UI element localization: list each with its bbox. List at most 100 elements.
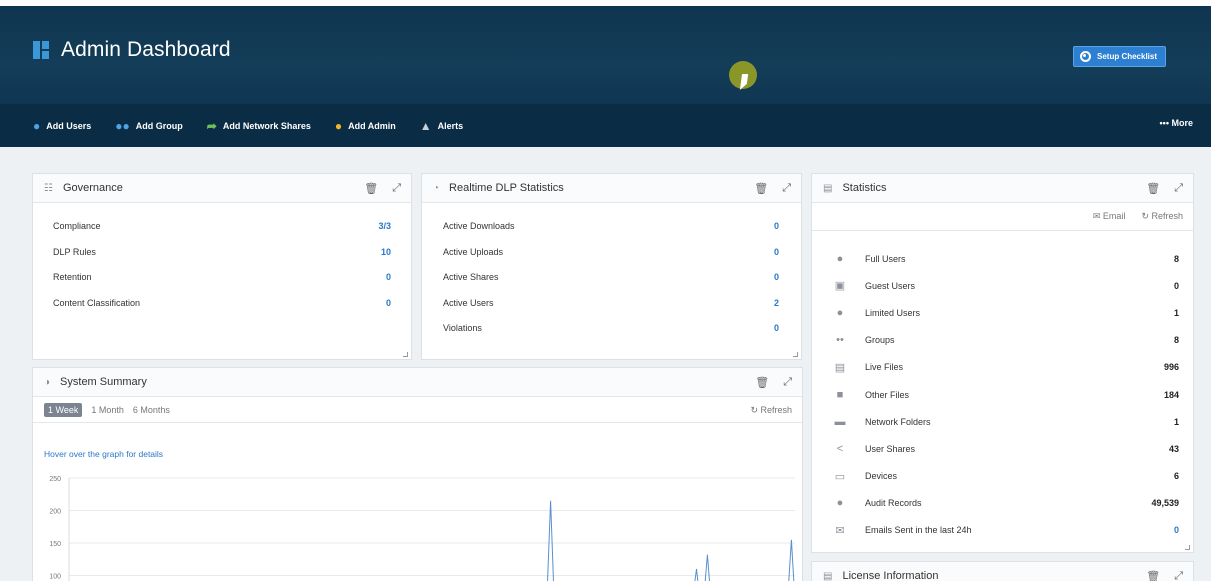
trash-icon[interactable]: 🗑︎ xyxy=(755,376,769,389)
add-group-label: Add Group xyxy=(135,120,183,131)
dlp-row: Active Users 2 xyxy=(443,298,779,324)
header: Admin Dashboard Setup Checklist xyxy=(0,6,1211,104)
row-label: Content Classification xyxy=(53,297,141,308)
expand-icon[interactable]: ⤢ xyxy=(783,376,792,389)
add-group-button[interactable]: ●● Add Group xyxy=(115,119,183,133)
dlp-row: Active Shares 0 xyxy=(443,272,779,298)
statistics-label: User Shares xyxy=(865,443,916,454)
system-summary-chart[interactable]: 250 200 150 100 xyxy=(33,468,804,581)
expand-icon[interactable]: ⤢ xyxy=(1174,570,1183,581)
row-label: Retention xyxy=(53,272,92,282)
add-admin-button[interactable]: ● Add Admin xyxy=(335,119,396,133)
setup-checklist-button[interactable]: Setup Checklist xyxy=(1073,46,1167,67)
statistics-value: 8 xyxy=(1173,335,1179,346)
trash-icon[interactable]: 🗑︎ xyxy=(1146,570,1160,581)
add-admin-label: Add Admin xyxy=(348,120,396,131)
statistics-label: Limited Users xyxy=(865,307,921,318)
refresh-button[interactable]: ↻ Refresh xyxy=(1141,211,1183,222)
row-label: Active Shares xyxy=(443,272,499,282)
refresh-label: Refresh xyxy=(760,405,792,415)
governance-header: ☷ Governance 🗑︎ ⤢ xyxy=(33,174,411,203)
row-value[interactable]: 0 xyxy=(386,272,391,298)
statistics-label: Full Users xyxy=(865,253,906,264)
row-value[interactable]: 0 xyxy=(774,272,779,298)
expand-icon[interactable]: ⤢ xyxy=(392,182,401,195)
alerts-button[interactable]: ▲ Alerts xyxy=(420,119,463,133)
page-title: Admin Dashboard xyxy=(61,38,231,61)
folder-icon: ▬ xyxy=(834,415,846,428)
dots-icon: ••• xyxy=(1159,118,1172,128)
expand-icon[interactable]: ⤢ xyxy=(782,182,791,195)
license-icon: ▤ xyxy=(823,570,833,581)
row-value[interactable]: 0 xyxy=(774,247,779,273)
resize-handle[interactable] xyxy=(1185,545,1190,550)
tab-1-week[interactable]: 1 Week xyxy=(44,402,83,417)
dlp-title: Realtime DLP Statistics xyxy=(449,182,564,194)
row-value[interactable]: 0 xyxy=(386,298,391,324)
row-label: Active Users xyxy=(443,297,494,308)
trash-icon[interactable]: 🗑︎ xyxy=(364,182,378,195)
refresh-icon: ↻ xyxy=(750,405,761,415)
file-icon: ■ xyxy=(836,388,844,401)
statistics-label: Devices xyxy=(865,471,898,482)
license-title: License Information xyxy=(842,570,939,581)
resize-handle[interactable] xyxy=(793,352,798,357)
y-tick-label: 200 xyxy=(49,509,61,516)
gauge-icon: ◑ xyxy=(44,376,51,388)
email-label: Email xyxy=(1102,211,1126,221)
add-users-button[interactable]: ● Add Users xyxy=(33,119,91,133)
more-label: More xyxy=(1171,118,1193,128)
system-summary-panel: ◑ System Summary 🗑︎ ⤢ 1 Week 1 Month 6 Mo… xyxy=(32,367,803,581)
statistics-value: 996 xyxy=(1163,362,1179,373)
series-line[interactable] xyxy=(69,500,795,581)
row-value[interactable]: 2 xyxy=(774,298,779,324)
refresh-button[interactable]: ↻ Refresh xyxy=(750,405,792,416)
share-icon: < xyxy=(836,442,844,455)
setup-checklist-label: Setup Checklist xyxy=(1097,52,1158,61)
governance-title: Governance xyxy=(62,182,123,194)
user-icon: ● xyxy=(836,252,844,265)
statistics-value: 6 xyxy=(1173,471,1179,482)
statistics-row: ▣ Guest Users 0 xyxy=(833,272,1179,299)
admin-icon: ● xyxy=(334,118,343,133)
statistics-value: 184 xyxy=(1163,389,1179,400)
row-value[interactable]: 10 xyxy=(381,247,391,273)
row-label: Active Uploads xyxy=(443,246,504,257)
statistics-value: 49,539 xyxy=(1151,498,1179,509)
governance-row: Retention 0 xyxy=(53,272,391,298)
resize-handle[interactable] xyxy=(403,352,408,357)
statistics-label: Live Files xyxy=(865,362,904,373)
statistics-value[interactable]: 0 xyxy=(1174,525,1179,535)
governance-row: DLP Rules 10 xyxy=(53,247,391,273)
statistics-row: ▬ Network Folders 1 xyxy=(833,408,1180,435)
statistics-actions: ✉ Email ↻ Refresh xyxy=(812,203,1193,231)
dlp-header: ◔ Realtime DLP Statistics 🗑︎ ⤢ xyxy=(422,174,801,203)
governance-row: Content Classification 0 xyxy=(53,298,391,324)
row-value[interactable]: 3/3 xyxy=(378,221,391,247)
statistics-label: Other Files xyxy=(865,389,910,400)
system-summary-title: System Summary xyxy=(60,376,147,388)
range-tabs: 1 Week 1 Month 6 Months ↻ Refresh xyxy=(33,397,802,423)
row-label: Violations xyxy=(443,323,482,333)
email-button[interactable]: ✉ Email xyxy=(1093,211,1126,222)
dlp-row: Violations 0 xyxy=(443,323,779,349)
trash-icon[interactable]: 🗑︎ xyxy=(1146,182,1160,195)
checklist-icon xyxy=(1080,51,1091,62)
statistics-row: < User Shares 43 xyxy=(833,435,1179,462)
tab-6-months[interactable]: 6 Months xyxy=(133,405,170,415)
envelope-icon: ✉ xyxy=(835,524,845,537)
statistics-row: ▤ Live Files 996 xyxy=(833,354,1179,381)
file-text-icon: ▤ xyxy=(834,361,846,374)
statistics-value: 0 xyxy=(1173,280,1179,291)
row-value[interactable]: 0 xyxy=(774,323,779,349)
governance-row: Compliance 3/3 xyxy=(53,221,391,247)
row-value[interactable]: 0 xyxy=(774,221,779,247)
trash-icon[interactable]: 🗑︎ xyxy=(754,182,768,195)
more-menu-button[interactable]: ••• More xyxy=(1160,118,1193,128)
statistics-row: ✉ Emails Sent in the last 24h 0 xyxy=(833,517,1179,544)
add-network-shares-button[interactable]: ➦ Add Network Shares xyxy=(207,119,311,133)
row-label: DLP Rules xyxy=(53,246,96,257)
expand-icon[interactable]: ⤢ xyxy=(1174,182,1183,195)
statistics-row: ● Limited Users 1 xyxy=(833,299,1179,326)
tab-1-month[interactable]: 1 Month xyxy=(91,405,124,415)
